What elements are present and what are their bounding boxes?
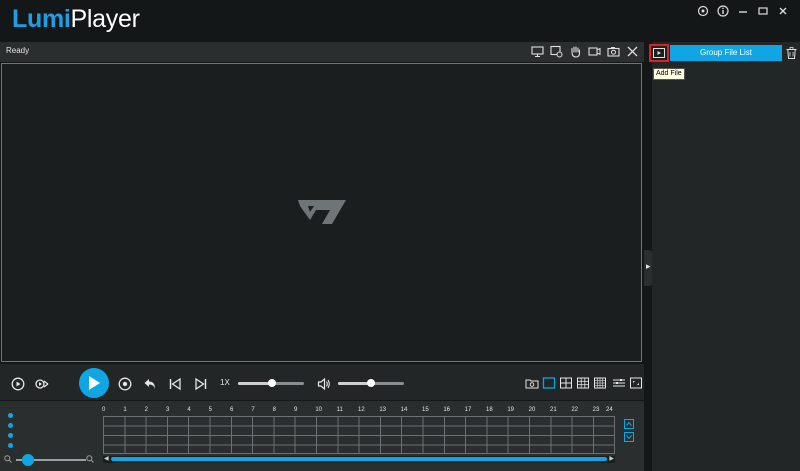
hour-label: 16 [443, 407, 451, 413]
timeline-scrollbar[interactable]: ◀ ▶ [103, 456, 615, 463]
video-status: Ready [6, 46, 30, 55]
settings-sliders-icon[interactable] [611, 375, 627, 391]
maximize-icon[interactable] [756, 4, 770, 18]
minimize-icon[interactable] [736, 4, 750, 18]
loop-play-icon[interactable] [34, 376, 50, 392]
zoom-out-icon[interactable] [4, 455, 12, 463]
hour-label: 7 [251, 407, 255, 413]
hour-label: 18 [486, 407, 493, 413]
hour-label: 6 [230, 407, 234, 413]
progress-slider[interactable] [238, 379, 304, 387]
camera-icon[interactable] [606, 44, 621, 59]
app-name-player: Player [70, 5, 140, 33]
timeline-zoom [4, 453, 96, 466]
hour-label: 21 [550, 407, 557, 413]
brand-watermark-icon [298, 200, 346, 224]
rewind-icon[interactable] [142, 376, 158, 392]
volume-knob[interactable] [367, 379, 375, 387]
hour-label: 13 [379, 407, 387, 413]
hour-label: 22 [571, 407, 579, 413]
channel-scroll [624, 419, 634, 445]
close-video-icon[interactable] [625, 44, 640, 59]
add-file-button[interactable] [649, 44, 669, 62]
hour-labels: 0 1 2 3 4 5 6 7 8 9 10 11 12 13 14 15 16 17 18 19 20 21 22 23 24 [102, 407, 615, 415]
settings-icon[interactable] [696, 4, 710, 18]
timeline-cells[interactable] [103, 416, 615, 454]
hour-label: 24 [606, 407, 613, 413]
record-icon[interactable] [587, 44, 602, 59]
scroll-thumb[interactable] [111, 457, 607, 461]
app-name-lumi: Lumi [12, 5, 71, 33]
speed-label: 1X [220, 378, 230, 387]
chevron-up-icon [626, 421, 632, 426]
chevron-right-icon: ▸ [646, 261, 651, 271]
play-icon [89, 376, 100, 390]
hour-label: 14 [400, 407, 408, 413]
timeline-panel: 0 1 2 3 4 5 6 7 8 9 10 11 12 13 14 15 16 17 18 19 20 21 22 23 24… [0, 401, 644, 471]
capture-folder-icon[interactable] [524, 375, 540, 391]
volume-slider[interactable] [338, 379, 404, 387]
channel-indicators [8, 413, 13, 453]
scroll-down-button[interactable] [624, 432, 634, 442]
tab-group-file-list[interactable]: Group File List [670, 45, 782, 61]
scroll-left-icon[interactable]: ◀ [104, 455, 109, 462]
layout-4-icon[interactable] [558, 375, 574, 391]
fullscreen-icon[interactable] [628, 375, 644, 391]
hour-label: 10 [315, 407, 323, 413]
hour-label: 3 [166, 407, 170, 413]
hour-label: 12 [358, 407, 365, 413]
progress-fill [238, 382, 273, 385]
hour-label: 15 [422, 407, 429, 413]
window-controls [696, 4, 790, 18]
add-file-icon [653, 48, 665, 58]
zoom-in-icon[interactable] [86, 455, 94, 463]
hour-label: 2 [144, 407, 148, 413]
volume-icon[interactable] [316, 376, 332, 392]
video-toolbar [530, 44, 640, 59]
hour-label: 8 [272, 407, 276, 413]
hour-label: 17 [464, 407, 472, 413]
channel-dot[interactable] [8, 443, 13, 448]
channel-dot[interactable] [8, 423, 13, 428]
delete-button[interactable] [784, 45, 798, 61]
playback-control-bar: 1X [0, 364, 644, 400]
video-display[interactable] [1, 63, 642, 362]
play-button[interactable] [79, 368, 109, 398]
progress-knob[interactable] [268, 379, 277, 387]
next-frame-icon[interactable] [193, 376, 209, 392]
hand-icon[interactable] [568, 44, 583, 59]
hour-label: 1 [123, 407, 127, 413]
hour-label: 4 [187, 407, 191, 413]
trash-icon [786, 47, 796, 59]
hour-label: 20 [528, 407, 536, 413]
channel-dot[interactable] [8, 433, 13, 438]
stop-button[interactable] [117, 376, 133, 392]
scroll-up-button[interactable] [624, 419, 634, 429]
channel-dot[interactable] [8, 413, 13, 418]
title-bar: LumiPlayer [0, 0, 800, 40]
timeline-grid[interactable]: 0 1 2 3 4 5 6 7 8 9 10 11 12 13 14 15 16 17 18 19 20 21 22 23 24 [102, 407, 615, 463]
layout-16-icon[interactable] [592, 375, 608, 391]
chevron-down-icon [626, 435, 632, 440]
hour-label: 0 [102, 407, 106, 413]
previous-frame-icon[interactable] [167, 376, 183, 392]
hour-label: 23 [592, 407, 600, 413]
video-header-bar: Ready [0, 42, 644, 62]
monitor-icon[interactable] [530, 44, 545, 59]
zoom-knob[interactable] [22, 454, 34, 466]
hour-label: 9 [294, 407, 298, 413]
scroll-right-icon[interactable]: ▶ [609, 455, 614, 462]
layout-9-icon[interactable] [575, 375, 591, 391]
hour-label: 11 [336, 407, 343, 413]
app-logo: LumiPlayer [12, 4, 140, 34]
info-icon[interactable] [716, 4, 730, 18]
hour-label: 5 [208, 407, 212, 413]
hour-label: 19 [507, 407, 515, 413]
window-settings-icon[interactable] [549, 44, 564, 59]
right-panel [652, 42, 800, 471]
layout-1-icon[interactable] [541, 375, 557, 391]
play-sync-icon[interactable] [10, 376, 26, 392]
close-window-icon[interactable] [776, 4, 790, 18]
add-file-tooltip: Add File [653, 68, 685, 80]
